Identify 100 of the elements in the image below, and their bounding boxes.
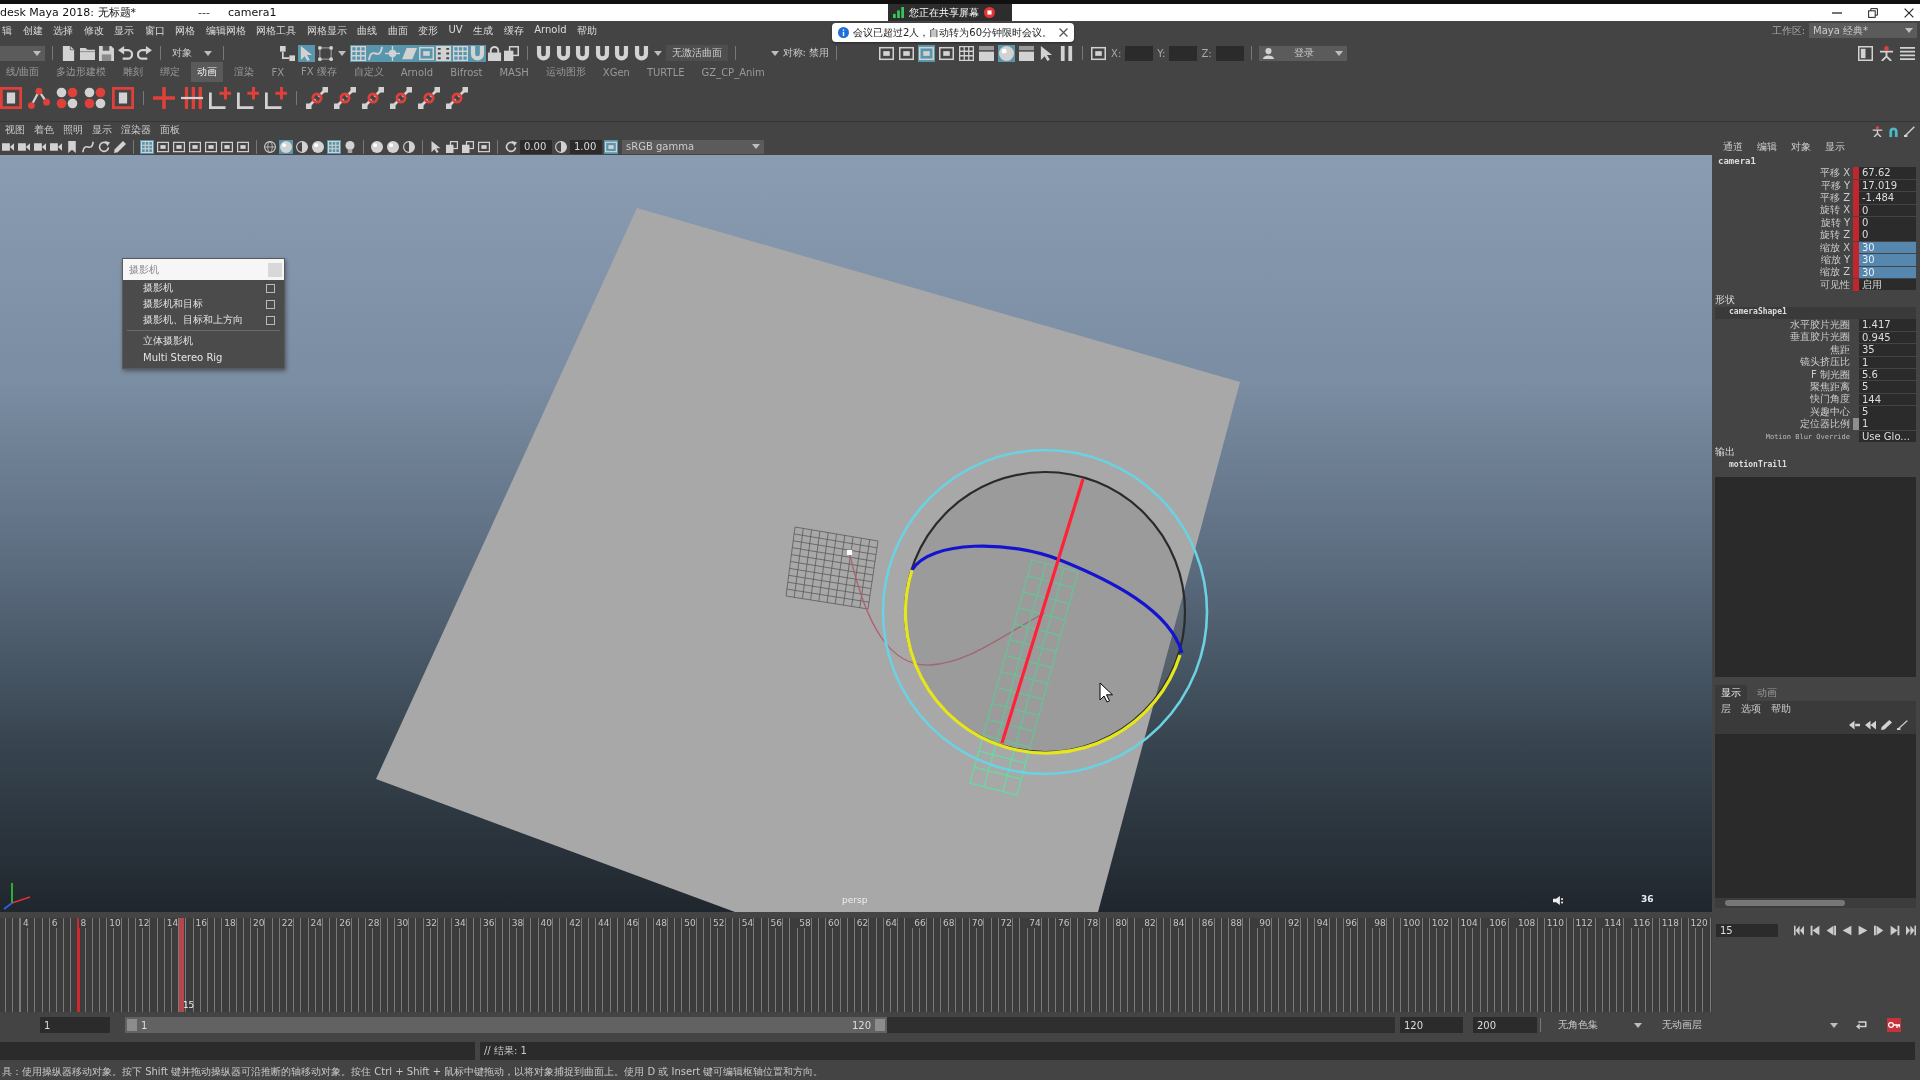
menu-item[interactable]: 生成 — [473, 23, 494, 38]
shelf-tab[interactable]: FX 缓存 — [295, 62, 343, 82]
shelf-tab[interactable]: 动画 — [191, 62, 224, 82]
scrollbar[interactable] — [1715, 898, 1916, 908]
triangle-bar-icon[interactable] — [1826, 925, 1836, 936]
frame-icon[interactable] — [156, 139, 170, 154]
channel-value[interactable]: 1.417 — [1859, 319, 1916, 331]
selection-mode-dropdown[interactable]: 对象 — [168, 45, 216, 61]
shelf-tab[interactable]: 渲染 — [228, 62, 261, 82]
caret-icon[interactable] — [338, 50, 346, 56]
channel-value[interactable]: 17.019 — [1859, 179, 1916, 192]
channel-value[interactable]: 1 — [1859, 418, 1916, 430]
channel-value[interactable]: 5 — [1859, 381, 1916, 393]
clapperboard-icon[interactable] — [978, 44, 996, 62]
close-icon[interactable] — [1059, 28, 1069, 37]
chain-link-icon[interactable] — [418, 87, 440, 109]
channel-value[interactable]: 5 — [1859, 406, 1916, 418]
menu-item[interactable]: 编辑网格 — [205, 23, 246, 38]
chain-link-icon[interactable] — [362, 87, 384, 109]
sphere-icon[interactable] — [311, 139, 325, 154]
frame-icon[interactable] — [477, 139, 491, 154]
menu-item[interactable]: 辑 — [2, 23, 12, 38]
dots-icon[interactable] — [56, 87, 78, 109]
time-slider[interactable]: 4 6 8 10 12 14 16 18 20 22 24 26 28 30 32 34 36 38 40 42 44 46 48 50 52 54 56 58 60 62 64 66 68 70 72 74 76 78 80 82 84 86 88 90 92 94 96 98 100 102 104 106 108 110 112 114 116 118 120 15 — [0, 918, 1712, 1012]
range-handle[interactable] — [875, 1019, 885, 1031]
clapperboard-icon[interactable] — [1018, 44, 1036, 62]
shelf-tab[interactable]: FX — [265, 62, 290, 82]
stop-icon[interactable] — [984, 7, 995, 18]
channel-value[interactable]: 0.945 — [1859, 331, 1916, 344]
menu-item[interactable]: 变形 — [418, 23, 438, 38]
channel-value[interactable]: 0 — [1859, 217, 1916, 229]
frame-icon[interactable] — [938, 44, 956, 62]
menu-item[interactable]: 通道 — [1723, 140, 1743, 154]
figure-icon[interactable] — [1878, 44, 1895, 62]
shelf-tab[interactable]: XGen — [596, 62, 636, 82]
menu-item[interactable]: 窗口 — [144, 23, 165, 38]
channel-value[interactable]: 67.62 — [1859, 167, 1916, 179]
live-surface-field[interactable]: 无激活曲面 — [665, 45, 728, 61]
pencil-icon[interactable] — [113, 139, 127, 154]
layers-icon[interactable] — [445, 139, 459, 154]
half-circle-icon[interactable] — [554, 139, 568, 154]
menu-item[interactable]: 着色 — [34, 123, 54, 137]
bracket-box-icon[interactable] — [0, 87, 22, 109]
menu-item[interactable]: 对象 — [1791, 140, 1811, 154]
corner-plus-icon[interactable] — [265, 87, 287, 109]
frame-icon[interactable] — [604, 139, 618, 154]
menu-item[interactable]: 渲染器 — [121, 123, 151, 137]
rotate-icon[interactable] — [97, 139, 111, 154]
document-icon[interactable] — [60, 44, 77, 62]
magnet-icon[interactable] — [632, 44, 650, 62]
skip-to-start-icon[interactable] — [1794, 925, 1804, 936]
menu-item[interactable]: 照明 — [63, 123, 83, 137]
arrow-left-icon[interactable] — [1849, 720, 1860, 731]
joint-chain-icon[interactable] — [28, 87, 50, 109]
curve-icon[interactable] — [81, 139, 95, 154]
bookmark-icon[interactable] — [65, 139, 79, 154]
menu-item[interactable]: 帮助 — [1771, 701, 1791, 716]
end-frame-field[interactable]: 200 — [1473, 1017, 1537, 1033]
shelf-tab[interactable]: 运动图形 — [539, 62, 592, 82]
menu-item[interactable]: 曲线 — [357, 23, 377, 38]
layer-tab[interactable]: 显示 — [1715, 684, 1747, 701]
frame-icon[interactable] — [204, 139, 218, 154]
slash-icon[interactable] — [1897, 720, 1908, 731]
bracket-box-icon[interactable] — [112, 87, 134, 109]
frame-icon[interactable] — [236, 139, 250, 154]
grid-icon[interactable] — [140, 139, 154, 154]
sphere-icon[interactable] — [386, 139, 400, 154]
close-icon[interactable] — [1904, 7, 1914, 18]
points-icon[interactable] — [317, 44, 334, 62]
menu-item[interactable]: 网格 — [175, 23, 195, 38]
dots-icon[interactable] — [84, 87, 106, 109]
frame-icon[interactable] — [898, 44, 916, 62]
menu-item[interactable]: Multi Stereo Rig — [123, 349, 284, 365]
curve-icon[interactable] — [367, 44, 384, 62]
end-frame-field[interactable]: 120 — [1400, 1017, 1463, 1033]
loop-icon[interactable] — [1855, 1018, 1869, 1032]
shelf-tab[interactable]: 绑定 — [154, 62, 187, 82]
half-circle-icon[interactable] — [402, 139, 416, 154]
channel-value[interactable]: 0 — [1859, 229, 1916, 241]
frame-icon[interactable] — [1090, 44, 1108, 62]
exposure-field[interactable]: 0.00 — [520, 139, 552, 154]
menu-item[interactable]: 显示 — [92, 123, 112, 137]
start-frame-field[interactable]: 1 — [40, 1017, 110, 1033]
play-icon[interactable] — [1858, 925, 1868, 936]
lock-icon[interactable] — [486, 44, 503, 62]
bulb-icon[interactable] — [343, 139, 357, 154]
play-backward-icon[interactable] — [1842, 925, 1852, 936]
menu-item[interactable]: UV — [448, 23, 463, 38]
coordinate-field[interactable] — [1215, 45, 1244, 61]
option-box-icon[interactable] — [266, 315, 275, 325]
menu-item[interactable]: 显示 — [1825, 140, 1845, 154]
menu-item[interactable]: 摄影机、目标和上方向 — [123, 312, 284, 328]
color-space-dropdown[interactable]: sRGB gamma — [622, 139, 764, 154]
shelf-tab[interactable]: Bifrost — [444, 62, 489, 82]
hierarchy-icon[interactable] — [279, 44, 296, 62]
redo-icon[interactable] — [136, 44, 153, 62]
menu-item[interactable]: 缓存 — [503, 23, 524, 38]
wire-sphere-icon[interactable] — [263, 139, 277, 154]
sphere-icon[interactable] — [370, 139, 384, 154]
chain-link-icon[interactable] — [306, 87, 328, 109]
